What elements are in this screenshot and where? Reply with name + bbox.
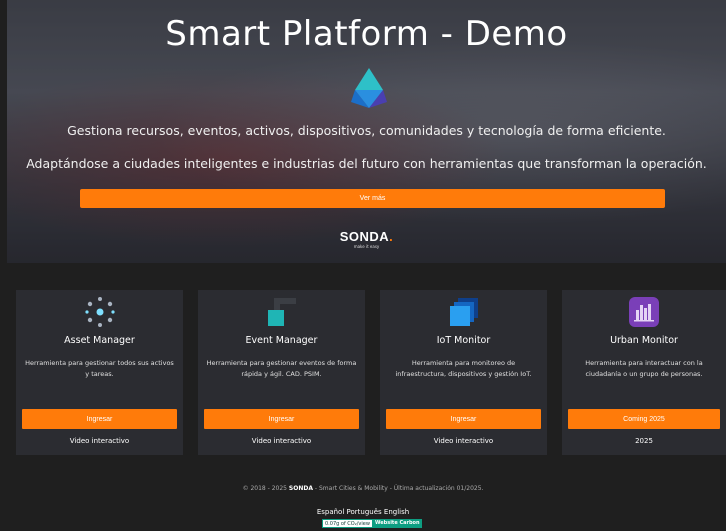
hero-description-line1: Gestiona recursos, eventos, activos, dis… bbox=[67, 123, 666, 138]
sonda-logo: SONDA. make it easy bbox=[7, 226, 726, 249]
sonda-dot: . bbox=[389, 229, 394, 244]
page-title: Smart Platform - Demo bbox=[165, 14, 568, 54]
footer-brand-link[interactable]: SONDA bbox=[289, 485, 313, 492]
video-interactivo-link[interactable]: Video interactivo bbox=[380, 437, 547, 445]
card-title: IoT Monitor bbox=[436, 335, 491, 346]
card-description: Herramienta para gestionar todos sus act… bbox=[25, 359, 174, 378]
platform-logo-icon bbox=[351, 68, 387, 108]
card-title: Urban Monitor bbox=[610, 335, 678, 346]
ingresar-button[interactable]: Ingresar bbox=[22, 409, 177, 429]
lang-portugues[interactable]: Português bbox=[347, 508, 382, 516]
product-cards: Asset Manager Herramienta para gestionar… bbox=[16, 290, 726, 455]
sonda-tagline: make it easy bbox=[353, 244, 380, 249]
card-title: Event Manager bbox=[245, 335, 318, 346]
year-link[interactable]: 2025 bbox=[562, 437, 726, 445]
website-carbon-badge[interactable]: 0.07g of CO₂/view Website Carbon bbox=[322, 519, 422, 528]
card-title: Asset Manager bbox=[64, 335, 135, 346]
copyright-suffix: - Smart Cities & Mobility - Última actua… bbox=[314, 485, 484, 492]
event-frame-icon bbox=[267, 298, 296, 326]
video-interactivo-link[interactable]: Video interactivo bbox=[16, 437, 183, 445]
footer-copyright: © 2018 - 2025 SONDA - Smart Cities & Mob… bbox=[0, 485, 726, 492]
lang-english[interactable]: English bbox=[384, 508, 409, 516]
video-interactivo-link[interactable]: Video interactivo bbox=[198, 437, 365, 445]
card-asset-manager: Asset Manager Herramienta para gestionar… bbox=[16, 290, 183, 455]
city-skyline-icon bbox=[629, 297, 659, 327]
card-urban-monitor: Urban Monitor Herramienta para interactu… bbox=[562, 290, 726, 455]
card-description: Herramienta para gestionar eventos de fo… bbox=[206, 359, 357, 378]
hero-banner: Smart Platform - Demo Gestiona recursos,… bbox=[7, 0, 726, 263]
ingresar-button[interactable]: Ingresar bbox=[204, 409, 359, 429]
stacked-squares-icon bbox=[449, 298, 478, 326]
copyright-prefix: © 2018 - 2025 bbox=[242, 485, 287, 492]
lang-espanol[interactable]: Español bbox=[317, 508, 344, 516]
sonda-brand: SONDA bbox=[339, 229, 390, 244]
card-description: Herramienta para monitoreo de infraestru… bbox=[395, 359, 532, 378]
carbon-value: 0.07g of CO₂/view bbox=[322, 519, 373, 528]
card-event-manager: Event Manager Herramienta para gestionar… bbox=[198, 290, 365, 455]
hero-description-line2: Adaptándose a ciudades inteligentes e in… bbox=[26, 156, 707, 171]
carbon-label: Website Carbon bbox=[372, 519, 422, 528]
card-description: Herramienta para interactuar con la ciud… bbox=[585, 359, 703, 378]
language-selector: Español Português English bbox=[0, 508, 726, 516]
ingresar-button[interactable]: Ingresar bbox=[386, 409, 541, 429]
coming-2025-button[interactable]: Coming 2025 bbox=[568, 409, 720, 429]
network-nodes-icon bbox=[84, 297, 115, 327]
ver-mas-button[interactable]: Ver más bbox=[80, 189, 665, 208]
card-iot-monitor: IoT Monitor Herramienta para monitoreo d… bbox=[380, 290, 547, 455]
